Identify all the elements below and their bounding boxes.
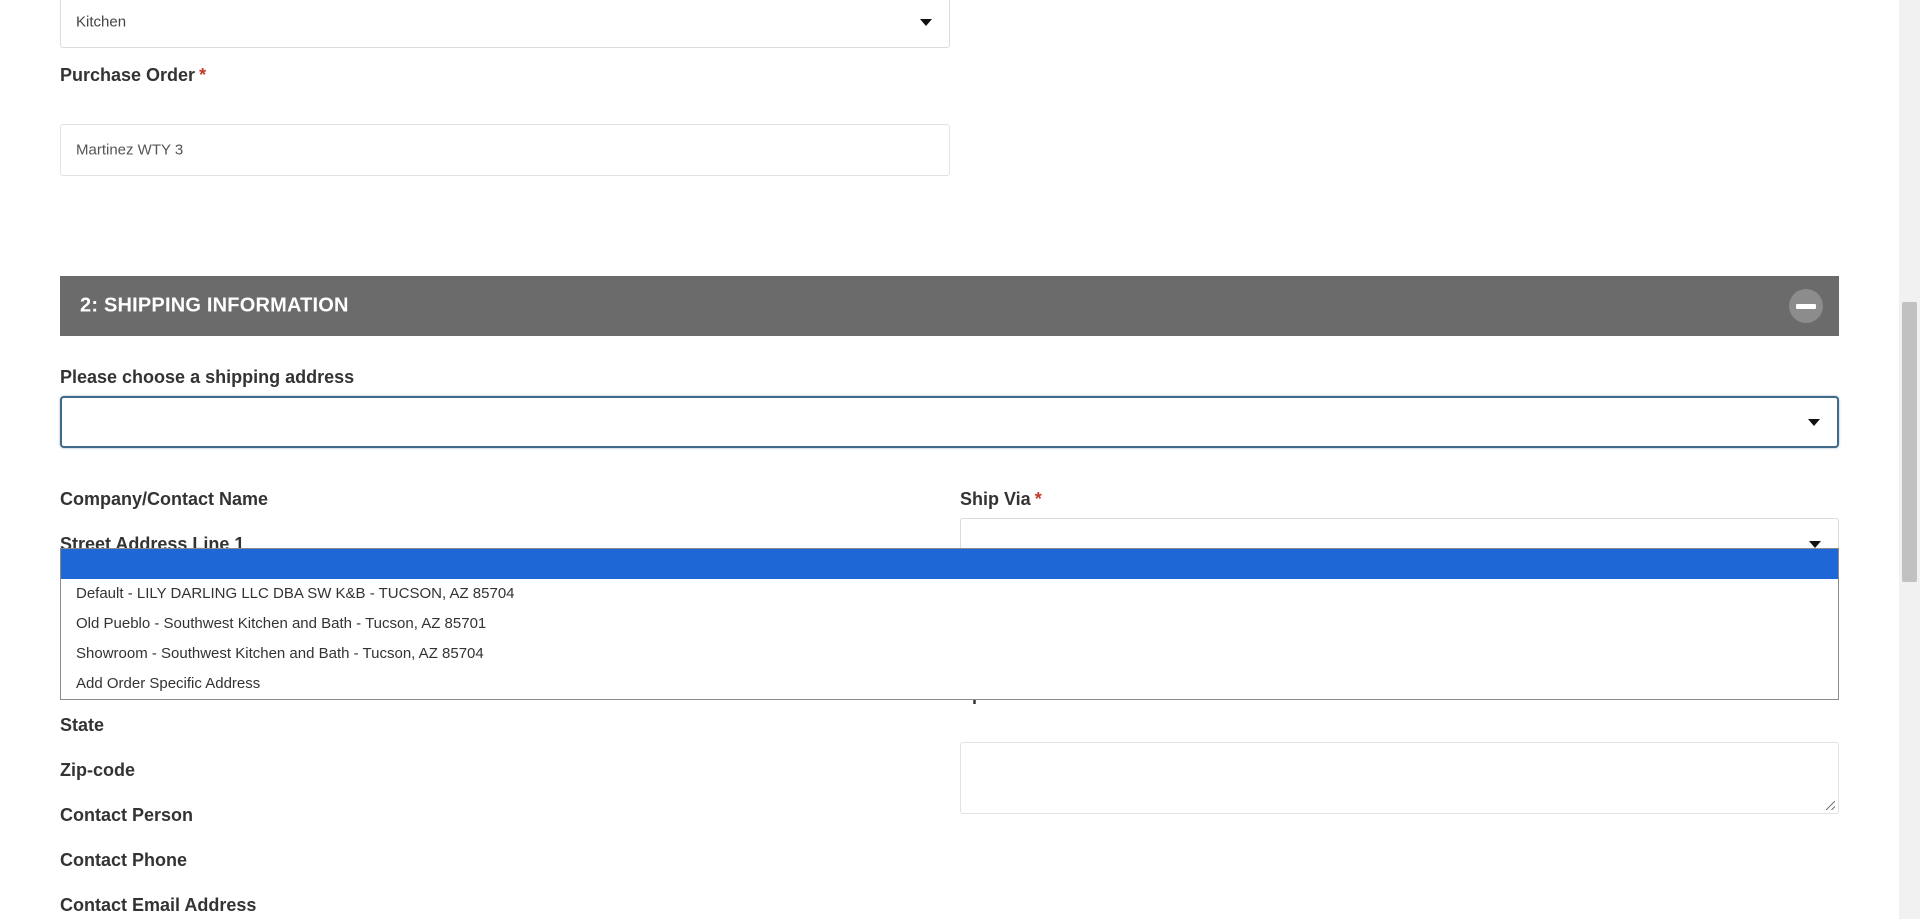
company-contact-name-label: Company/Contact Name	[60, 489, 269, 509]
dropdown-option-add-specific[interactable]: Add Order Specific Address	[61, 669, 1838, 699]
shipping-section-header[interactable]: 2: SHIPPING INFORMATION	[60, 276, 1839, 336]
ship-via-label: Ship Via *	[960, 489, 1042, 510]
collapse-button[interactable]	[1789, 289, 1823, 323]
resize-grip-icon[interactable]	[1826, 801, 1835, 810]
minus-circle-icon	[1796, 304, 1816, 309]
special-instructions-textarea[interactable]	[960, 742, 1839, 814]
purchase-order-input[interactable]: Martinez WTY 3	[60, 124, 950, 176]
shipping-address-select[interactable]	[60, 396, 1839, 448]
purchase-order-value: Martinez WTY 3	[76, 141, 184, 159]
shipping-address-dropdown[interactable]: Default - LILY DARLING LLC DBA SW K&B - …	[60, 548, 1839, 700]
section-title: 2: SHIPPING INFORMATION	[80, 294, 349, 317]
required-marker: *	[1034, 489, 1042, 509]
dropdown-option-empty[interactable]	[61, 549, 1838, 579]
ship-via-label-text: Ship Via	[960, 489, 1031, 509]
required-marker: *	[199, 65, 207, 85]
chevron-down-icon	[920, 19, 932, 26]
room-select[interactable]: Kitchen	[60, 0, 950, 48]
purchase-order-label: Purchase Order *	[60, 65, 206, 86]
vertical-scrollbar[interactable]	[1899, 0, 1920, 919]
shipping-address-label: Please choose a shipping address	[60, 367, 355, 387]
contact-phone-label: Contact Phone	[60, 850, 188, 870]
scrollbar-thumb[interactable]	[1902, 302, 1917, 582]
zip-code-label: Zip-code	[60, 760, 135, 780]
room-select-value: Kitchen	[76, 13, 127, 31]
dropdown-option-old-pueblo[interactable]: Old Pueblo - Southwest Kitchen and Bath …	[61, 609, 1838, 639]
page: Kitchen Purchase Order * Martinez WTY 3 2…	[0, 0, 1920, 919]
contact-email-label: Contact Email Address	[60, 895, 257, 915]
dropdown-option-default[interactable]: Default - LILY DARLING LLC DBA SW K&B - …	[61, 579, 1838, 609]
contact-person-label: Contact Person	[60, 805, 194, 825]
chevron-down-icon	[1808, 419, 1820, 426]
dropdown-option-showroom[interactable]: Showroom - Southwest Kitchen and Bath - …	[61, 639, 1838, 669]
purchase-order-label-text: Purchase Order	[60, 65, 196, 85]
state-label: State	[60, 715, 105, 735]
chevron-down-icon	[1809, 541, 1821, 548]
